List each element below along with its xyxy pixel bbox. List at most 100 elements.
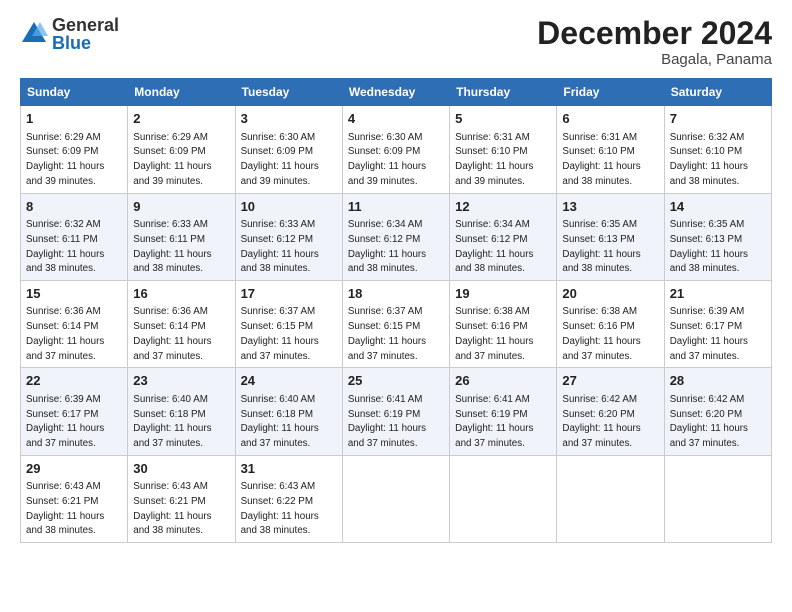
table-cell: 4 Sunrise: 6:30 AMSunset: 6:09 PMDayligh… <box>342 106 449 193</box>
day-info: Sunrise: 6:30 AMSunset: 6:09 PMDaylight:… <box>348 132 426 187</box>
day-info: Sunrise: 6:29 AMSunset: 6:09 PMDaylight:… <box>26 132 104 187</box>
table-cell <box>557 455 664 542</box>
col-thursday: Thursday <box>450 79 557 106</box>
table-cell: 28 Sunrise: 6:42 AMSunset: 6:20 PMDaylig… <box>664 368 771 455</box>
day-number: 11 <box>348 198 444 216</box>
day-number: 2 <box>133 110 229 128</box>
table-cell: 8 Sunrise: 6:32 AMSunset: 6:11 PMDayligh… <box>21 193 128 280</box>
day-info: Sunrise: 6:34 AMSunset: 6:12 PMDaylight:… <box>455 219 533 274</box>
day-info: Sunrise: 6:43 AMSunset: 6:22 PMDaylight:… <box>241 481 319 536</box>
day-number: 5 <box>455 110 551 128</box>
day-info: Sunrise: 6:43 AMSunset: 6:21 PMDaylight:… <box>133 481 211 536</box>
day-info: Sunrise: 6:32 AMSunset: 6:10 PMDaylight:… <box>670 132 748 187</box>
title-block: December 2024 Bagala, Panama <box>537 16 772 68</box>
table-cell: 12 Sunrise: 6:34 AMSunset: 6:12 PMDaylig… <box>450 193 557 280</box>
col-monday: Monday <box>128 79 235 106</box>
table-cell <box>342 455 449 542</box>
location: Bagala, Panama <box>537 51 772 68</box>
day-info: Sunrise: 6:30 AMSunset: 6:09 PMDaylight:… <box>241 132 319 187</box>
day-number: 8 <box>26 198 122 216</box>
day-info: Sunrise: 6:38 AMSunset: 6:16 PMDaylight:… <box>562 306 640 361</box>
logo-text: General Blue <box>52 16 119 52</box>
table-cell: 13 Sunrise: 6:35 AMSunset: 6:13 PMDaylig… <box>557 193 664 280</box>
page: General Blue December 2024 Bagala, Panam… <box>0 0 792 612</box>
col-wednesday: Wednesday <box>342 79 449 106</box>
col-saturday: Saturday <box>664 79 771 106</box>
day-number: 9 <box>133 198 229 216</box>
table-cell: 17 Sunrise: 6:37 AMSunset: 6:15 PMDaylig… <box>235 280 342 367</box>
day-info: Sunrise: 6:36 AMSunset: 6:14 PMDaylight:… <box>133 306 211 361</box>
table-cell: 15 Sunrise: 6:36 AMSunset: 6:14 PMDaylig… <box>21 280 128 367</box>
day-info: Sunrise: 6:38 AMSunset: 6:16 PMDaylight:… <box>455 306 533 361</box>
day-number: 6 <box>562 110 658 128</box>
day-number: 18 <box>348 285 444 303</box>
table-cell: 1 Sunrise: 6:29 AMSunset: 6:09 PMDayligh… <box>21 106 128 193</box>
day-info: Sunrise: 6:37 AMSunset: 6:15 PMDaylight:… <box>348 306 426 361</box>
logo-icon <box>20 20 48 48</box>
day-info: Sunrise: 6:43 AMSunset: 6:21 PMDaylight:… <box>26 481 104 536</box>
day-info: Sunrise: 6:36 AMSunset: 6:14 PMDaylight:… <box>26 306 104 361</box>
logo-general: General <box>52 16 119 34</box>
logo: General Blue <box>20 16 119 52</box>
day-info: Sunrise: 6:35 AMSunset: 6:13 PMDaylight:… <box>670 219 748 274</box>
table-cell: 20 Sunrise: 6:38 AMSunset: 6:16 PMDaylig… <box>557 280 664 367</box>
day-number: 16 <box>133 285 229 303</box>
day-number: 29 <box>26 460 122 478</box>
day-number: 19 <box>455 285 551 303</box>
day-number: 17 <box>241 285 337 303</box>
table-cell <box>450 455 557 542</box>
col-sunday: Sunday <box>21 79 128 106</box>
header: General Blue December 2024 Bagala, Panam… <box>20 16 772 68</box>
day-number: 10 <box>241 198 337 216</box>
day-info: Sunrise: 6:37 AMSunset: 6:15 PMDaylight:… <box>241 306 319 361</box>
day-number: 25 <box>348 372 444 390</box>
calendar-row: 22 Sunrise: 6:39 AMSunset: 6:17 PMDaylig… <box>21 368 772 455</box>
table-cell: 31 Sunrise: 6:43 AMSunset: 6:22 PMDaylig… <box>235 455 342 542</box>
calendar-row: 8 Sunrise: 6:32 AMSunset: 6:11 PMDayligh… <box>21 193 772 280</box>
table-cell: 24 Sunrise: 6:40 AMSunset: 6:18 PMDaylig… <box>235 368 342 455</box>
day-number: 14 <box>670 198 766 216</box>
table-cell: 19 Sunrise: 6:38 AMSunset: 6:16 PMDaylig… <box>450 280 557 367</box>
day-info: Sunrise: 6:32 AMSunset: 6:11 PMDaylight:… <box>26 219 104 274</box>
day-number: 30 <box>133 460 229 478</box>
day-number: 12 <box>455 198 551 216</box>
day-info: Sunrise: 6:34 AMSunset: 6:12 PMDaylight:… <box>348 219 426 274</box>
day-number: 27 <box>562 372 658 390</box>
calendar-row: 15 Sunrise: 6:36 AMSunset: 6:14 PMDaylig… <box>21 280 772 367</box>
calendar-row: 1 Sunrise: 6:29 AMSunset: 6:09 PMDayligh… <box>21 106 772 193</box>
table-cell: 11 Sunrise: 6:34 AMSunset: 6:12 PMDaylig… <box>342 193 449 280</box>
day-info: Sunrise: 6:41 AMSunset: 6:19 PMDaylight:… <box>348 394 426 449</box>
day-info: Sunrise: 6:40 AMSunset: 6:18 PMDaylight:… <box>133 394 211 449</box>
logo-blue: Blue <box>52 34 119 52</box>
day-number: 7 <box>670 110 766 128</box>
table-cell: 5 Sunrise: 6:31 AMSunset: 6:10 PMDayligh… <box>450 106 557 193</box>
table-cell: 14 Sunrise: 6:35 AMSunset: 6:13 PMDaylig… <box>664 193 771 280</box>
day-info: Sunrise: 6:29 AMSunset: 6:09 PMDaylight:… <box>133 132 211 187</box>
month-title: December 2024 <box>537 16 772 51</box>
table-cell: 16 Sunrise: 6:36 AMSunset: 6:14 PMDaylig… <box>128 280 235 367</box>
calendar-table: Sunday Monday Tuesday Wednesday Thursday… <box>20 78 772 543</box>
day-number: 20 <box>562 285 658 303</box>
table-cell: 7 Sunrise: 6:32 AMSunset: 6:10 PMDayligh… <box>664 106 771 193</box>
day-info: Sunrise: 6:41 AMSunset: 6:19 PMDaylight:… <box>455 394 533 449</box>
header-row: Sunday Monday Tuesday Wednesday Thursday… <box>21 79 772 106</box>
table-cell: 21 Sunrise: 6:39 AMSunset: 6:17 PMDaylig… <box>664 280 771 367</box>
day-number: 3 <box>241 110 337 128</box>
table-cell: 3 Sunrise: 6:30 AMSunset: 6:09 PMDayligh… <box>235 106 342 193</box>
day-number: 13 <box>562 198 658 216</box>
day-info: Sunrise: 6:39 AMSunset: 6:17 PMDaylight:… <box>670 306 748 361</box>
day-number: 28 <box>670 372 766 390</box>
day-info: Sunrise: 6:31 AMSunset: 6:10 PMDaylight:… <box>562 132 640 187</box>
table-cell: 18 Sunrise: 6:37 AMSunset: 6:15 PMDaylig… <box>342 280 449 367</box>
table-cell: 29 Sunrise: 6:43 AMSunset: 6:21 PMDaylig… <box>21 455 128 542</box>
day-number: 26 <box>455 372 551 390</box>
table-cell: 6 Sunrise: 6:31 AMSunset: 6:10 PMDayligh… <box>557 106 664 193</box>
day-number: 23 <box>133 372 229 390</box>
col-tuesday: Tuesday <box>235 79 342 106</box>
col-friday: Friday <box>557 79 664 106</box>
day-info: Sunrise: 6:42 AMSunset: 6:20 PMDaylight:… <box>562 394 640 449</box>
day-number: 21 <box>670 285 766 303</box>
table-cell: 30 Sunrise: 6:43 AMSunset: 6:21 PMDaylig… <box>128 455 235 542</box>
day-number: 1 <box>26 110 122 128</box>
day-info: Sunrise: 6:39 AMSunset: 6:17 PMDaylight:… <box>26 394 104 449</box>
